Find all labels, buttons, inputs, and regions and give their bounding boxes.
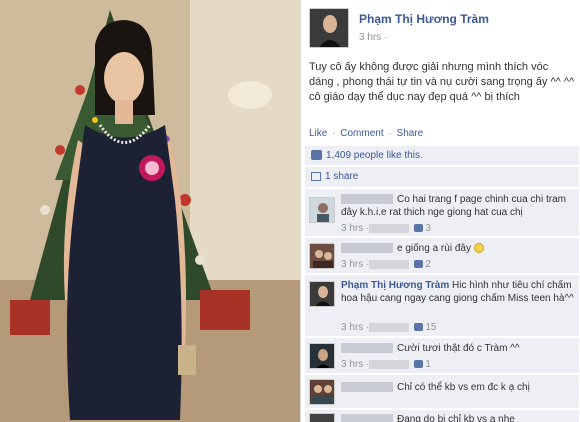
photo bbox=[0, 0, 300, 422]
comment-text: e giống a rùi đây bbox=[397, 243, 471, 254]
post-text: Tuy cô ấy không được giải nhưng mình thí… bbox=[309, 61, 575, 103]
commenter-name[interactable]: Phạm Thị Hương Tràm bbox=[341, 280, 449, 291]
blurred-actions bbox=[369, 259, 410, 269]
blurred-name bbox=[341, 414, 393, 422]
post-time[interactable]: 3 hrs · bbox=[359, 32, 387, 43]
commenter-avatar[interactable] bbox=[309, 243, 335, 269]
author-avatar-image bbox=[310, 9, 348, 47]
thumbs-up-icon bbox=[414, 323, 424, 332]
blurred-name bbox=[341, 382, 393, 393]
commenter-avatar-image bbox=[310, 244, 334, 268]
comment-text: Cười tươi thật đó c Tràm ^^ bbox=[397, 343, 520, 354]
comment: Đang do bị chỉ kb vs a nhe bbox=[305, 409, 579, 422]
comment: Cười tươi thật đó c Tràm ^^ 3 hrs · 1 bbox=[305, 337, 579, 373]
commenter-avatar[interactable] bbox=[309, 379, 335, 405]
comment-time[interactable]: 3 hrs · bbox=[341, 259, 369, 270]
comment-likes[interactable]: 1 bbox=[425, 359, 431, 370]
commenter-avatar-image bbox=[310, 380, 334, 404]
shares-summary[interactable]: 1 share bbox=[305, 167, 579, 187]
blurred-actions bbox=[369, 359, 410, 369]
comment-meta: 3 hrs · 3 bbox=[341, 223, 431, 234]
comment-body: Chỉ có thể kb vs em đc k ạ chị bbox=[341, 381, 575, 394]
shares-count[interactable]: 1 share bbox=[325, 171, 358, 182]
blurred-name bbox=[341, 194, 393, 205]
comment-time[interactable]: 3 hrs · bbox=[341, 223, 369, 234]
comment-time[interactable]: 3 hrs · bbox=[341, 322, 369, 333]
comment-time[interactable]: 3 hrs · bbox=[341, 359, 369, 370]
comment-body: Cười tươi thật đó c Tràm ^^ bbox=[341, 342, 575, 355]
comment-body: Co hai trang f page chinh cua chi tram đ… bbox=[341, 193, 575, 219]
blurred-name bbox=[341, 243, 393, 254]
separator: · bbox=[332, 128, 336, 139]
comment: Phạm Thị Hương Tràm Hic hình như tiêu ch… bbox=[305, 274, 579, 336]
like-link[interactable]: Like bbox=[309, 128, 327, 139]
commenter-avatar-image bbox=[310, 414, 334, 422]
post-header: Phạm Thị Hương Tràm 3 hrs · bbox=[309, 8, 577, 52]
screenshot: Phạm Thị Hương Tràm 3 hrs · Tuy cô ấy kh… bbox=[0, 0, 580, 422]
comment-body: Phạm Thị Hương Tràm Hic hình như tiêu ch… bbox=[341, 279, 575, 305]
likes-summary[interactable]: 1,409 people like this. bbox=[305, 146, 579, 166]
blurred-name bbox=[341, 343, 393, 354]
commenter-avatar-image bbox=[310, 344, 334, 368]
commenter-avatar-image bbox=[310, 282, 334, 306]
comment-meta: 3 hrs · 15 bbox=[341, 322, 436, 333]
share-link[interactable]: Share bbox=[397, 128, 424, 139]
thumbs-up-icon bbox=[414, 224, 424, 233]
post-actions: Like · Comment · Share bbox=[309, 128, 425, 139]
facebook-post-panel: Phạm Thị Hương Tràm 3 hrs · Tuy cô ấy kh… bbox=[300, 0, 580, 422]
comment-body: e giống a rùi đây bbox=[341, 242, 575, 255]
commenter-avatar[interactable] bbox=[309, 413, 335, 422]
author-avatar[interactable] bbox=[309, 8, 349, 48]
comment-body: Đang do bị chỉ kb vs a nhe bbox=[341, 413, 575, 422]
comment-meta: 3 hrs · 1 bbox=[341, 359, 431, 370]
comment: Co hai trang f page chinh cua chi tram đ… bbox=[305, 188, 579, 236]
comment-text: Chỉ có thể kb vs em đc k ạ chị bbox=[397, 382, 530, 393]
separator: · bbox=[388, 128, 392, 139]
comment-likes[interactable]: 3 bbox=[425, 223, 431, 234]
photo-illustration bbox=[0, 0, 300, 422]
comment-meta: 3 hrs · 2 bbox=[341, 259, 431, 270]
comment-likes[interactable]: 2 bbox=[425, 259, 431, 270]
commenter-avatar[interactable] bbox=[309, 281, 335, 307]
commenter-avatar[interactable] bbox=[309, 343, 335, 369]
likes-count[interactable]: 1,409 people like this. bbox=[326, 150, 423, 161]
thumbs-up-icon bbox=[311, 150, 322, 161]
blurred-actions bbox=[369, 322, 410, 332]
thumbs-up-icon bbox=[414, 260, 424, 269]
smiley-emoji-icon bbox=[473, 243, 484, 254]
comment: e giống a rùi đây 3 hrs · 2 bbox=[305, 237, 579, 273]
comment: Chỉ có thể kb vs em đc k ạ chị bbox=[305, 374, 579, 408]
author-name[interactable]: Phạm Thị Hương Tràm bbox=[359, 12, 489, 26]
comment-link[interactable]: Comment bbox=[340, 128, 383, 139]
commenter-avatar[interactable] bbox=[309, 197, 335, 223]
commenter-avatar-image bbox=[310, 198, 334, 222]
comment-likes[interactable]: 15 bbox=[425, 322, 436, 333]
blurred-actions bbox=[369, 223, 410, 233]
thumbs-up-icon bbox=[414, 360, 424, 369]
comment-text: Đang do bị chỉ kb vs a nhe bbox=[397, 414, 515, 422]
share-icon bbox=[311, 171, 321, 181]
